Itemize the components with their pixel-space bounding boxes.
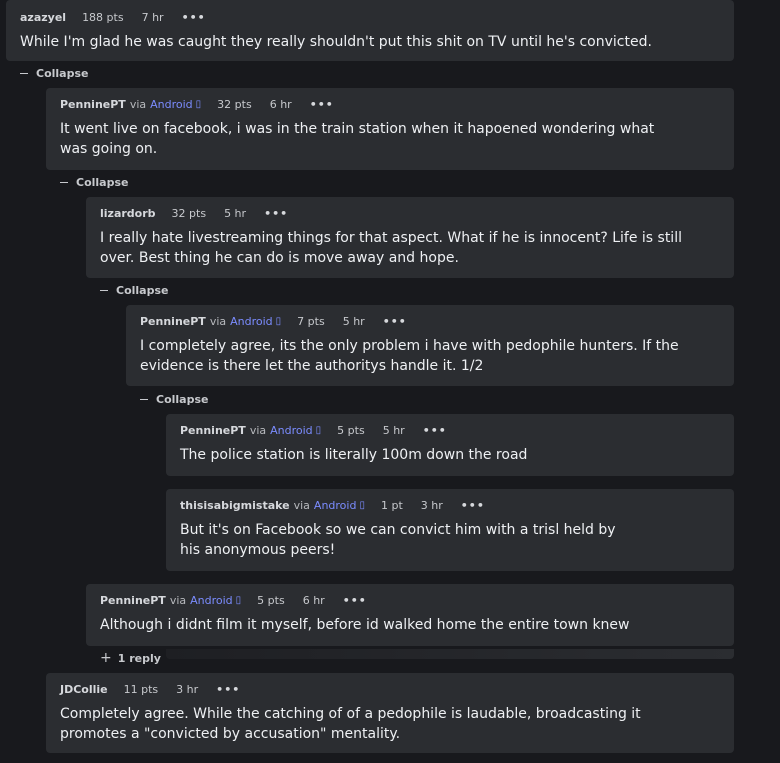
comment-body: Completely agree. While the catching of … — [60, 706, 641, 742]
comment-body: I completely agree, its the only problem… — [140, 338, 679, 374]
more-options-icon[interactable]: ••• — [264, 207, 288, 220]
collapse-label: Collapse — [76, 176, 129, 189]
author-link[interactable]: azazyel — [20, 11, 66, 24]
android-icon: ▯ — [359, 499, 365, 511]
via-label: via — [293, 498, 310, 512]
points: 1 pt — [380, 498, 403, 512]
platform-link[interactable]: Android — [150, 98, 193, 111]
android-icon: ▯ — [195, 98, 202, 110]
plus-icon: + — [100, 650, 112, 666]
points: 32 pts — [217, 97, 252, 111]
comment-card: JDCollie 11 pts 3 hr ••• Completely agre… — [46, 673, 734, 753]
author-link[interactable]: JDCollie — [60, 683, 108, 696]
comment-card: PenninePT via Android ▯ 32 pts 6 hr ••• … — [46, 88, 734, 170]
author-link[interactable]: PenninePT — [100, 594, 166, 607]
comment-meta: JDCollie 11 pts 3 hr ••• — [60, 681, 720, 697]
platform-link[interactable]: Android — [190, 594, 233, 607]
comment-body: While I'm glad he was caught they really… — [20, 34, 652, 50]
author-link[interactable]: lizardorb — [100, 207, 156, 220]
via-label: via — [249, 423, 267, 437]
timestamp: 5 hr — [382, 423, 405, 437]
collapsed-thread-fade — [166, 649, 734, 659]
timestamp: 7 hr — [141, 10, 164, 24]
collapse-button[interactable]: Collapse — [60, 176, 128, 189]
comment-card: PenninePT via Android ▯ 7 pts 5 hr ••• I… — [126, 305, 734, 386]
author-link[interactable]: PenninePT — [180, 424, 246, 437]
minus-icon — [100, 290, 108, 291]
collapse-button[interactable]: Collapse — [100, 284, 168, 297]
author-link[interactable]: thisisabigmistake — [180, 499, 290, 512]
timestamp: 6 hr — [269, 97, 292, 111]
collapse-button[interactable]: Collapse — [20, 67, 88, 80]
android-icon: ▯ — [235, 594, 242, 606]
points: 5 pts — [257, 593, 285, 607]
expand-replies-button[interactable]: + 1 reply — [100, 650, 161, 666]
comment-meta: azazyel 188 pts 7 hr ••• — [20, 9, 720, 25]
comment-meta: lizardorb 32 pts 5 hr ••• — [100, 205, 720, 221]
platform-link[interactable]: Android — [270, 424, 313, 437]
collapse-label: Collapse — [36, 67, 89, 80]
comment-card: PenninePT via Android ▯ 5 pts 6 hr ••• A… — [86, 584, 734, 646]
minus-icon — [20, 73, 28, 74]
collapse-label: Collapse — [156, 393, 209, 406]
points: 11 pts — [123, 682, 159, 696]
via-label: via — [129, 97, 147, 111]
comment-body: The police station is literally 100m dow… — [180, 447, 528, 463]
comment-card: PenninePT via Android ▯ 5 pts 5 hr ••• T… — [166, 414, 734, 476]
platform-link[interactable]: Android — [230, 315, 273, 328]
comment-card: thisisabigmistake via Android ▯ 1 pt 3 h… — [166, 489, 734, 571]
timestamp: 5 hr — [224, 206, 247, 220]
author-link[interactable]: PenninePT — [60, 98, 126, 111]
comment-card: azazyel 188 pts 7 hr ••• While I'm glad … — [6, 0, 734, 61]
minus-icon — [60, 182, 68, 183]
more-options-icon[interactable]: ••• — [461, 499, 485, 512]
comment-meta: thisisabigmistake via Android ▯ 1 pt 3 h… — [180, 497, 720, 513]
comment-body: But it's on Facebook so we can convict h… — [180, 522, 616, 558]
timestamp: 6 hr — [302, 593, 325, 607]
timestamp: 3 hr — [176, 682, 199, 696]
timestamp: 5 hr — [342, 314, 365, 328]
points: 5 pts — [337, 423, 365, 437]
collapse-button[interactable]: Collapse — [140, 393, 208, 406]
comment-body: I really hate livestreaming things for t… — [100, 230, 682, 266]
points: 32 pts — [171, 206, 207, 220]
comment-meta: PenninePT via Android ▯ 5 pts 6 hr ••• — [100, 592, 720, 608]
android-icon: ▯ — [315, 424, 322, 436]
comment-meta: PenninePT via Android ▯ 7 pts 5 hr ••• — [140, 313, 720, 329]
more-options-icon[interactable]: ••• — [383, 315, 407, 328]
points: 188 pts — [82, 10, 124, 24]
android-icon: ▯ — [275, 315, 282, 327]
platform-link[interactable]: Android — [314, 499, 357, 512]
comment-body: Although i didnt film it myself, before … — [100, 617, 630, 633]
timestamp: 3 hr — [420, 498, 443, 512]
more-options-icon[interactable]: ••• — [182, 11, 206, 24]
minus-icon — [140, 399, 148, 400]
more-options-icon[interactable]: ••• — [310, 98, 334, 111]
comment-meta: PenninePT via Android ▯ 32 pts 6 hr ••• — [60, 96, 720, 112]
more-options-icon[interactable]: ••• — [423, 424, 447, 437]
more-options-icon[interactable]: ••• — [216, 683, 240, 696]
points: 7 pts — [297, 314, 325, 328]
via-label: via — [209, 314, 227, 328]
comment-meta: PenninePT via Android ▯ 5 pts 5 hr ••• — [180, 422, 720, 438]
comment-card: lizardorb 32 pts 5 hr ••• I really hate … — [86, 197, 734, 278]
more-options-icon[interactable]: ••• — [343, 594, 367, 607]
comment-body: It went live on facebook, i was in the t… — [60, 121, 655, 157]
collapse-label: Collapse — [116, 284, 169, 297]
author-link[interactable]: PenninePT — [140, 315, 206, 328]
reply-count-label: 1 reply — [117, 651, 161, 665]
via-label: via — [169, 593, 187, 607]
